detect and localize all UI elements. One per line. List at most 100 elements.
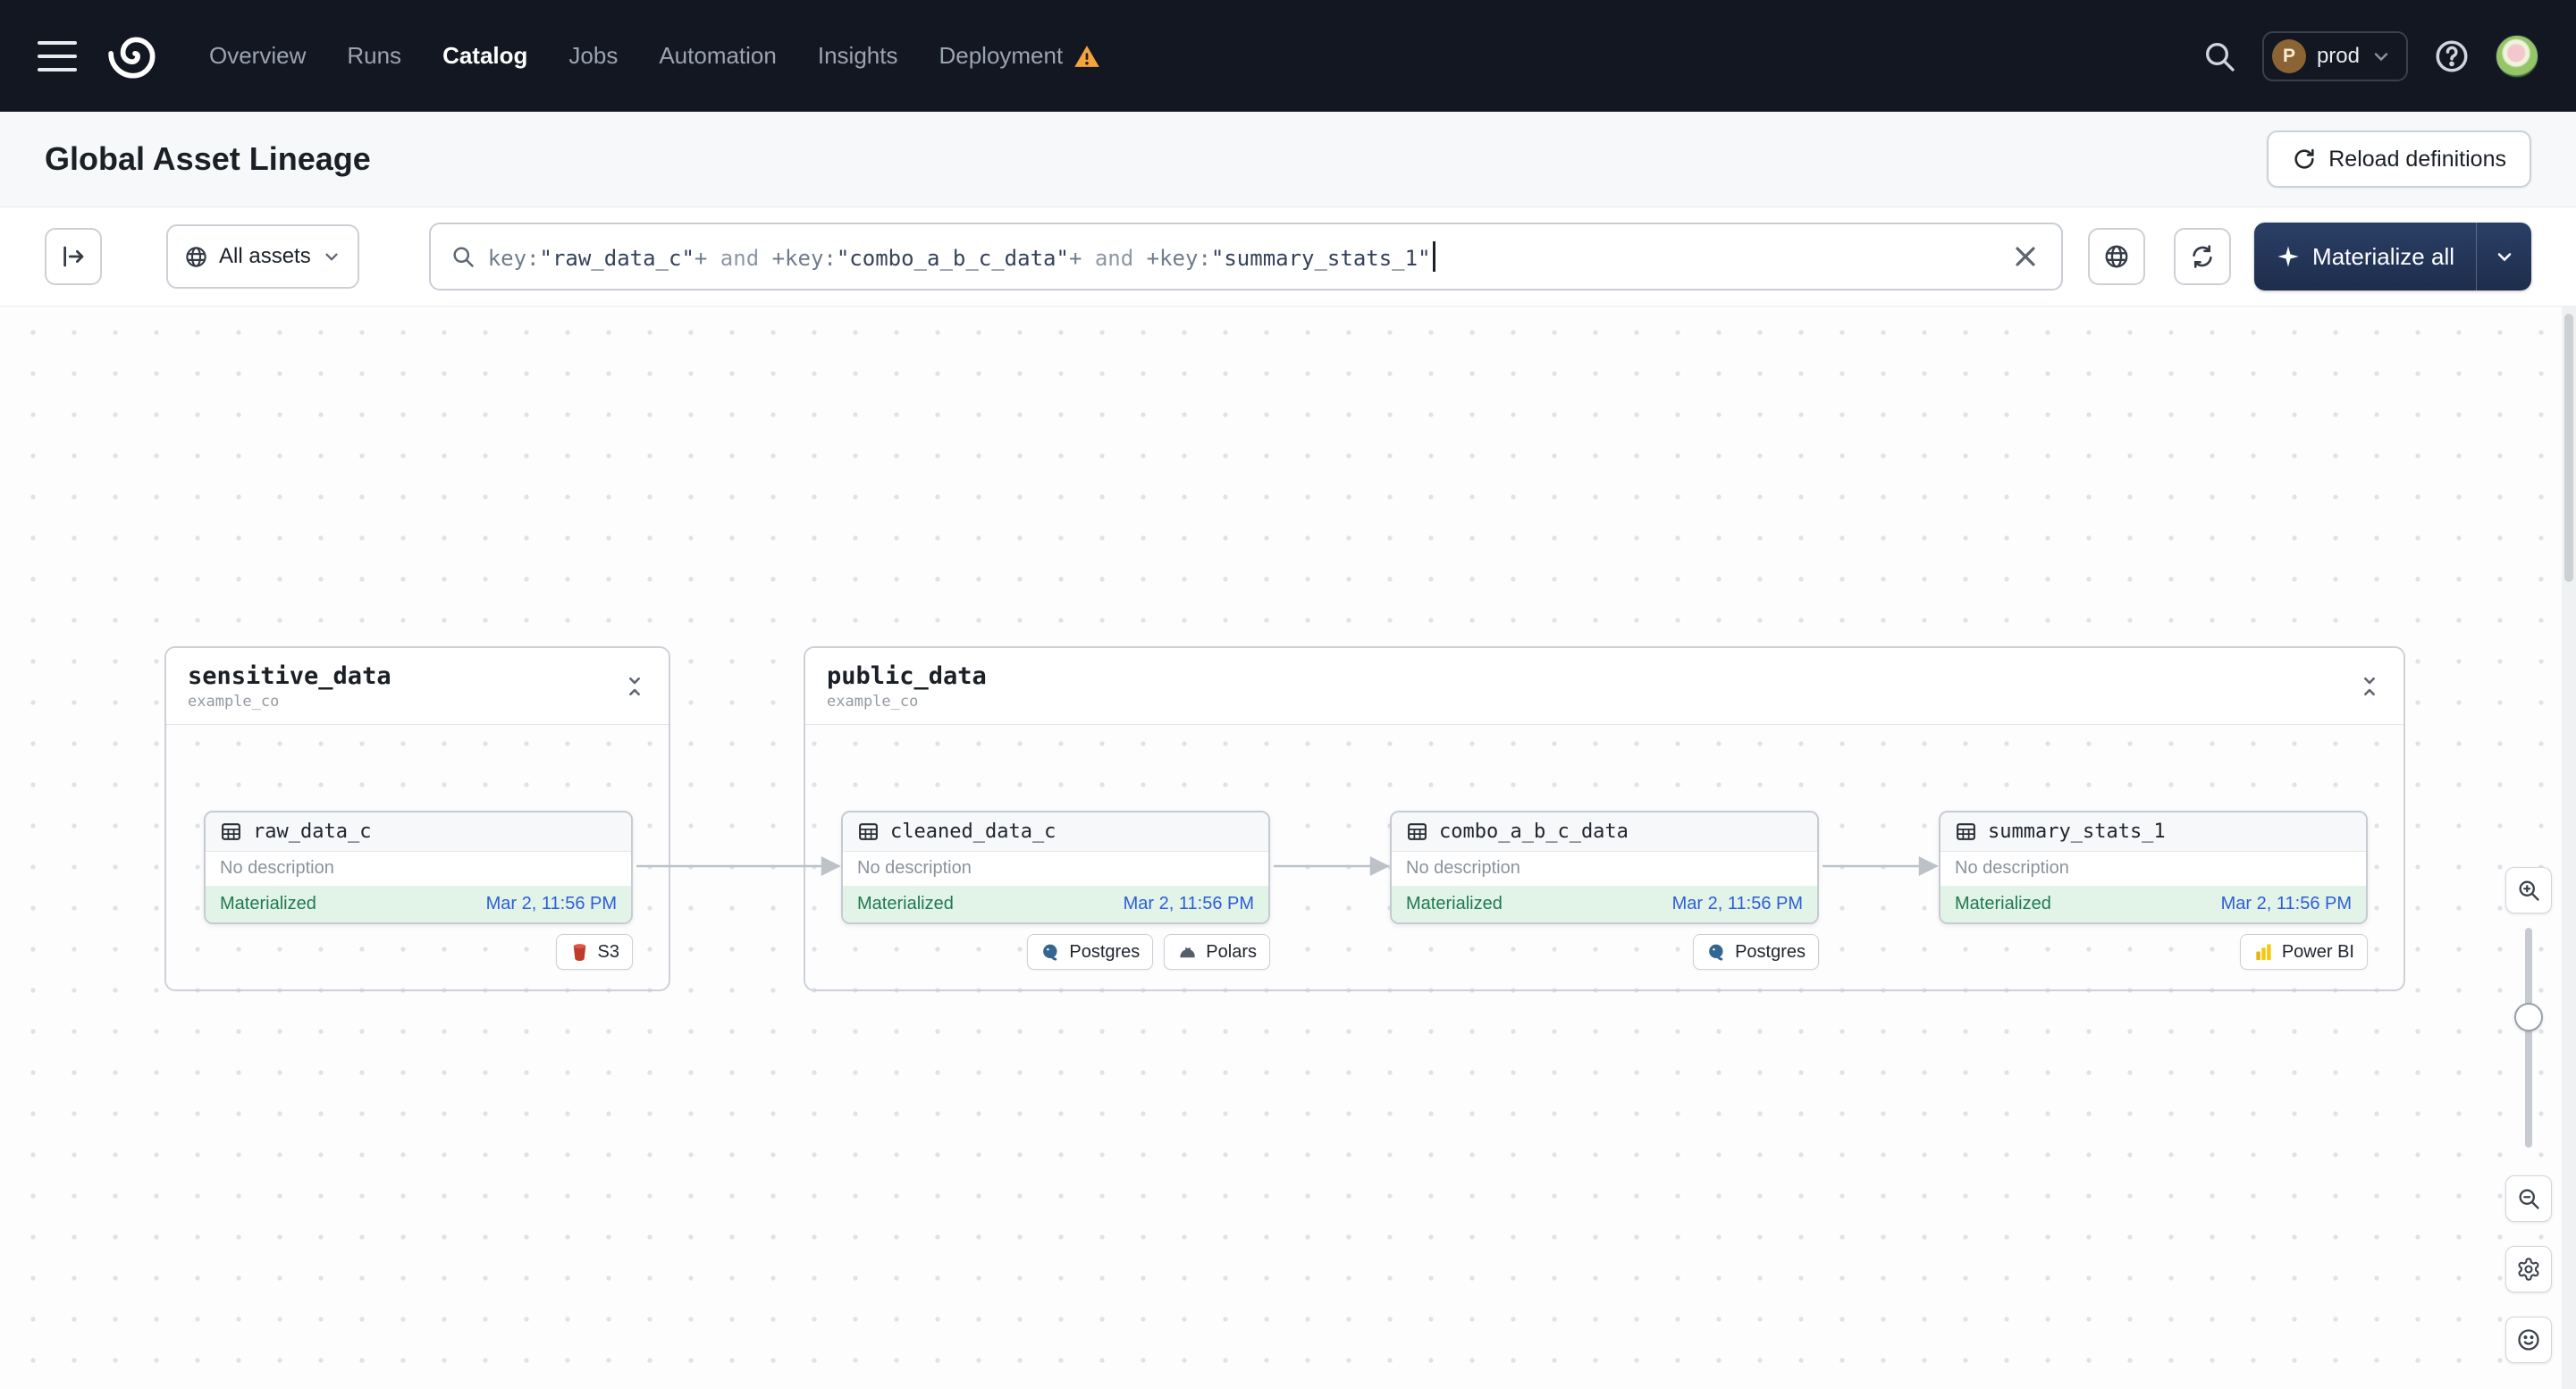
search-icon[interactable] (2201, 38, 2237, 74)
refresh-graph-button[interactable] (2174, 228, 2232, 285)
asset-name: raw_data_c (253, 821, 372, 843)
scrollbar-track[interactable] (2562, 307, 2576, 1389)
chevron-down-icon (322, 247, 341, 266)
dagster-logo-icon[interactable] (107, 29, 163, 84)
tag-label: Polars (1206, 941, 1257, 962)
materialization-timestamp[interactable]: Mar 2, 11:56 PM (1124, 894, 1254, 914)
clear-selection-button[interactable] (2009, 240, 2041, 273)
globe-icon (184, 245, 208, 269)
materialized-badge: Materialized (1406, 894, 1503, 913)
tag-s3[interactable]: S3 (555, 934, 633, 970)
table-icon (1406, 821, 1428, 843)
table-icon (1955, 821, 1977, 843)
lineage-toolbar: All assets key:"raw_data_c"+ and +key:"c… (0, 207, 2576, 306)
tag-powerbi[interactable]: Power BI (2239, 934, 2368, 970)
graph-settings-button[interactable] (2505, 1246, 2552, 1292)
navbar-right-cluster: P prod (2201, 30, 2538, 81)
hamburger-menu-icon[interactable] (38, 40, 77, 72)
materialize-all-button[interactable]: Materialize all (2254, 223, 2476, 290)
nav-label: Overview (209, 42, 307, 69)
open-left-panel-button[interactable] (45, 228, 102, 285)
help-icon[interactable] (2433, 38, 2471, 75)
group-name: public_data (827, 661, 987, 690)
table-icon (220, 821, 242, 843)
panel-open-icon (60, 243, 87, 270)
postgres-icon (1706, 942, 1727, 963)
reload-definitions-button[interactable]: Reload definitions (2267, 130, 2531, 188)
group-header[interactable]: public_data example_co (805, 648, 2403, 725)
zoom-in-icon (2516, 878, 2541, 903)
materialize-options-caret[interactable] (2476, 223, 2531, 290)
sync-icon (2189, 243, 2216, 270)
tag-polars[interactable]: Polars (1164, 934, 1270, 970)
asset-node-summary-stats-1[interactable]: summary_stats_1 No description Materiali… (1939, 811, 2368, 924)
user-avatar[interactable] (2496, 34, 2538, 78)
zoom-in-button[interactable] (2505, 867, 2552, 913)
zoom-slider-handle[interactable] (2514, 1003, 2543, 1031)
asset-selection-input[interactable]: key:"raw_data_c"+ and +key:"combo_a_b_c_… (428, 223, 2064, 290)
page-header: Global Asset Lineage Reload definitions (0, 112, 2576, 207)
asset-node-cleaned-data-c[interactable]: cleaned_data_c No description Materializ… (841, 811, 1270, 924)
nav-label: Automation (659, 42, 777, 69)
reload-button-label: Reload definitions (2328, 146, 2506, 172)
asset-selection-query[interactable]: key:"raw_data_c"+ and +key:"combo_a_b_c_… (488, 241, 1997, 272)
nav-label: Catalog (442, 42, 528, 69)
group-code-location: example_co (827, 692, 919, 711)
materialization-timestamp[interactable]: Mar 2, 11:56 PM (486, 894, 617, 914)
tag-postgres[interactable]: Postgres (1027, 934, 1154, 970)
nav-link-automation[interactable]: Automation (659, 42, 777, 70)
lineage-canvas[interactable]: sensitive_data example_co public_data ex… (0, 306, 2576, 1389)
asset-name: combo_a_b_c_data (1439, 821, 1629, 843)
nav-label: Jobs (568, 42, 619, 69)
polars-icon (1177, 942, 1198, 963)
nav-link-catalog[interactable]: Catalog (442, 42, 527, 70)
asset-description: No description (206, 852, 631, 886)
asset-node-header[interactable]: raw_data_c (206, 812, 631, 852)
asset-name: summary_stats_1 (1988, 821, 2166, 843)
tag-label: Postgres (1069, 941, 1141, 962)
asset-description: No description (843, 852, 1268, 886)
tag-postgres[interactable]: Postgres (1693, 934, 1819, 970)
asset-node-raw-data-c[interactable]: raw_data_c No description Materialized M… (204, 811, 633, 924)
nav-link-deployment[interactable]: Deployment (939, 42, 1100, 70)
zoom-slider-track[interactable] (2525, 928, 2532, 1148)
page-title: Global Asset Lineage (45, 140, 371, 177)
warning-triangle-icon (1073, 43, 1100, 70)
nav-link-jobs[interactable]: Jobs (568, 42, 618, 70)
materialized-badge: Materialized (1955, 894, 2051, 913)
nav-link-runs[interactable]: Runs (347, 42, 401, 70)
asset-status-row: Materialized Mar 2, 11:56 PM (206, 886, 631, 922)
nav-label: Runs (347, 42, 402, 69)
asset-status-row: Materialized Mar 2, 11:56 PM (1940, 886, 2366, 922)
globe-icon (2103, 243, 2130, 270)
collapse-group-icon[interactable] (2357, 674, 2382, 699)
graph-query-button[interactable] (2088, 228, 2146, 285)
asset-node-header[interactable]: cleaned_data_c (843, 812, 1268, 852)
materialization-timestamp[interactable]: Mar 2, 11:56 PM (1672, 894, 1803, 914)
asset-node-header[interactable]: combo_a_b_c_data (1392, 812, 1817, 852)
asset-node-combo-a-b-c-data[interactable]: combo_a_b_c_data No description Material… (1390, 811, 1819, 924)
deployment-avatar: P (2271, 38, 2306, 73)
materialization-timestamp[interactable]: Mar 2, 11:56 PM (2221, 894, 2352, 914)
nav-link-insights[interactable]: Insights (818, 42, 898, 70)
deployment-name: prod (2316, 43, 2360, 68)
nav-label: Deployment (939, 42, 1064, 69)
materialized-badge: Materialized (220, 894, 316, 913)
asset-filter-dropdown[interactable]: All assets (166, 224, 359, 289)
deployment-switcher[interactable]: P prod (2261, 30, 2408, 81)
asset-node-header[interactable]: summary_stats_1 (1940, 812, 2366, 852)
reload-icon (2292, 147, 2317, 172)
nav-label: Insights (817, 42, 898, 69)
nav-link-overview[interactable]: Overview (209, 42, 306, 70)
collapse-group-icon[interactable] (622, 674, 647, 699)
tag-label: Power BI (2281, 941, 2354, 962)
group-header[interactable]: sensitive_data example_co (166, 648, 669, 725)
asset-tags-summary-stats-1: Power BI (2239, 934, 2368, 970)
sparkle-icon (2276, 244, 2301, 269)
asset-filter-label: All assets (219, 244, 311, 268)
main-nav: Overview Runs Catalog Jobs Automation In… (209, 42, 1100, 70)
scrollbar-thumb[interactable] (2564, 314, 2573, 582)
zoom-out-button[interactable] (2505, 1175, 2552, 1222)
asset-description: No description (1392, 852, 1817, 886)
feedback-button[interactable] (2505, 1317, 2552, 1363)
